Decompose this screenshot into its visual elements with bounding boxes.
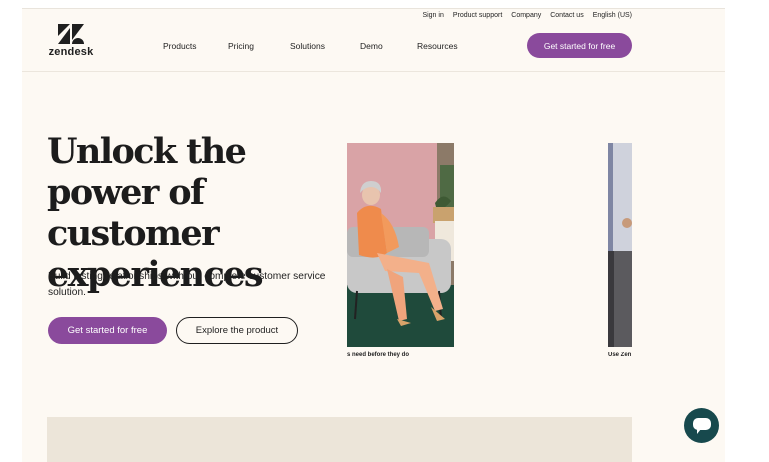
sign-in-link[interactable]: Sign in xyxy=(422,12,443,19)
product-support-link[interactable]: Product support xyxy=(453,12,502,19)
nav-demo[interactable]: Demo xyxy=(360,41,417,51)
company-link[interactable]: Company xyxy=(511,12,541,19)
carousel-caption-1: s need before they do xyxy=(347,352,410,358)
main-nav: Products Pricing Solutions Demo Resource… xyxy=(163,41,477,51)
header-divider xyxy=(22,71,725,72)
carousel-card-photo-2[interactable] xyxy=(608,143,632,347)
utility-nav: Sign in Product support Company Contact … xyxy=(422,12,632,19)
carousel-caption-2: Use Zen xyxy=(608,352,632,358)
nav-products[interactable]: Products xyxy=(163,41,228,51)
zendesk-logo-icon xyxy=(58,24,84,44)
nav-solutions[interactable]: Solutions xyxy=(290,41,360,51)
language-selector[interactable]: English (US) xyxy=(593,12,632,19)
next-section-band xyxy=(47,417,632,462)
hero-subtitle: Build lasting relationships with our com… xyxy=(48,271,326,298)
chat-widget-button[interactable] xyxy=(684,408,719,443)
zendesk-logo[interactable]: zendesk xyxy=(47,24,95,60)
carousel-card-photo[interactable] xyxy=(347,143,454,347)
get-started-button[interactable]: Get started for free xyxy=(48,317,167,344)
nav-pricing[interactable]: Pricing xyxy=(228,41,290,51)
chat-bubble-icon xyxy=(692,417,711,434)
page-viewport: Sign in Product support Company Contact … xyxy=(22,8,725,462)
office-photo xyxy=(608,143,632,347)
woman-in-armchair-photo xyxy=(347,143,454,347)
nav-resources[interactable]: Resources xyxy=(417,41,477,51)
explore-product-button[interactable]: Explore the product xyxy=(176,317,298,344)
logo-wordmark: zendesk xyxy=(48,46,94,58)
contact-us-link[interactable]: Contact us xyxy=(550,12,583,19)
header-get-started-button[interactable]: Get started for free xyxy=(527,33,632,58)
